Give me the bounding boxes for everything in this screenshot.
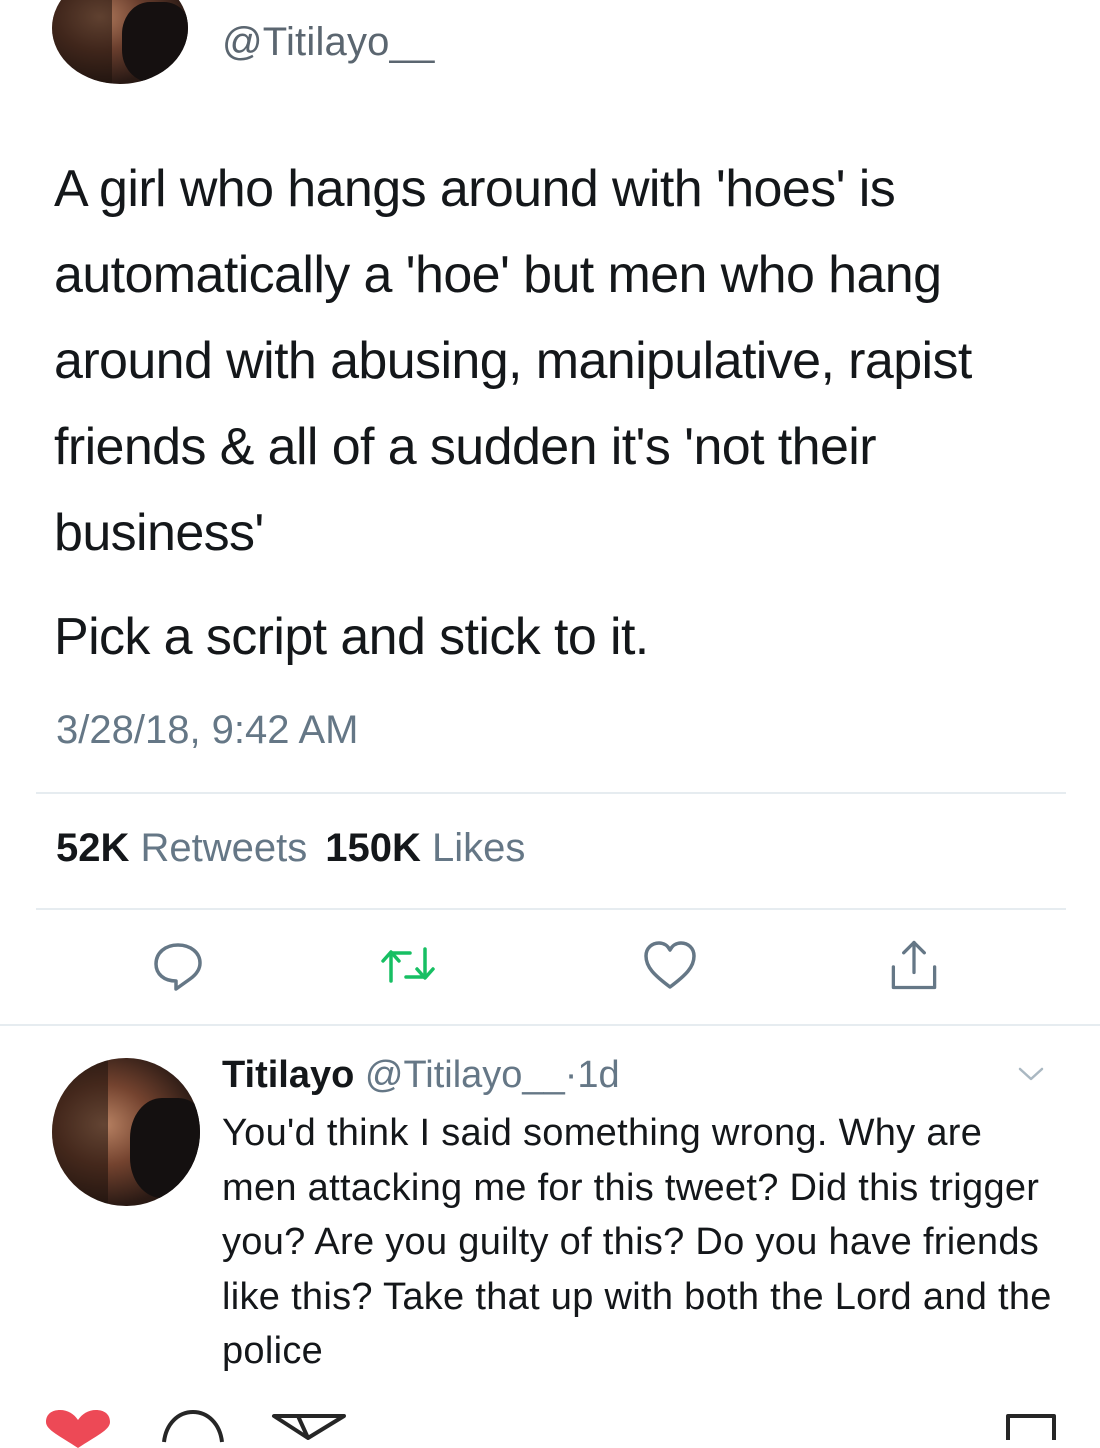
like-icon <box>644 941 696 989</box>
tweet-text-paragraph-2: Pick a script and stick to it. <box>54 608 649 666</box>
like-button[interactable] <box>640 930 700 1000</box>
reply-author-name[interactable]: Titilayo <box>222 1054 354 1096</box>
share-icon <box>891 940 937 990</box>
share-button[interactable] <box>884 930 944 1000</box>
divider <box>36 908 1066 910</box>
tweet-body: A girl who hangs around with 'hoes' is a… <box>54 146 1064 680</box>
divider <box>36 792 1066 794</box>
like-stat[interactable]: 150K Likes <box>325 826 525 870</box>
author-handle[interactable]: @Titilayo__ <box>222 20 435 65</box>
reply-author-avatar[interactable] <box>52 1058 200 1206</box>
reply-separator: · <box>564 1054 578 1096</box>
divider <box>0 1024 1100 1026</box>
retweet-stat[interactable]: 52K Retweets <box>56 826 307 870</box>
reply-age: 1d <box>577 1054 620 1096</box>
tweet-text-paragraph-1: A girl who hangs around with 'hoes' is a… <box>54 160 972 562</box>
reply-icon <box>154 943 202 991</box>
reply-header: Titilayo @Titilayo__·1d <box>222 1054 620 1097</box>
retweet-icon <box>381 947 435 983</box>
author-avatar[interactable] <box>52 0 188 84</box>
tweet-timestamp: 3/28/18, 9:42 AM <box>56 708 359 752</box>
heart-icon[interactable] <box>40 1408 116 1448</box>
reply-text: You'd think I said something wrong. Why … <box>222 1112 1052 1372</box>
likes-label: Likes <box>432 826 526 870</box>
reply-button[interactable] <box>148 930 208 1000</box>
avatar-shade-shape <box>122 2 188 82</box>
likes-count: 150K <box>325 826 421 870</box>
avatar-hair-shape <box>52 0 112 84</box>
reply-author-handle[interactable]: @Titilayo__ <box>365 1054 565 1096</box>
tweet-stats: 52K Retweets 150K Likes <box>56 826 525 871</box>
reply-menu-button[interactable] <box>1016 1064 1046 1089</box>
avatar-shade-shape <box>130 1098 200 1198</box>
comment-icon[interactable] <box>158 1408 228 1448</box>
chevron-down-icon <box>1018 1067 1044 1081</box>
retweets-label: Retweets <box>140 826 308 870</box>
retweets-count: 52K <box>56 826 130 870</box>
bottom-action-bar <box>0 1400 1100 1448</box>
tweet-actions <box>0 930 1100 1010</box>
avatar-hair-shape <box>52 1058 108 1206</box>
retweet-button[interactable] <box>378 930 438 1000</box>
